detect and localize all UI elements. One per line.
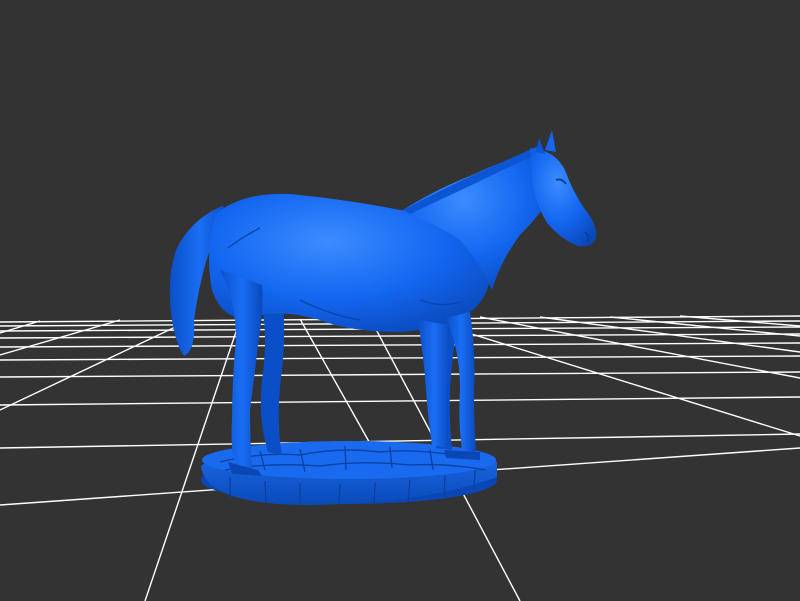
horse-model[interactable] — [169, 130, 597, 476]
scene-canvas[interactable] — [0, 0, 800, 601]
3d-viewport[interactable] — [0, 0, 800, 601]
